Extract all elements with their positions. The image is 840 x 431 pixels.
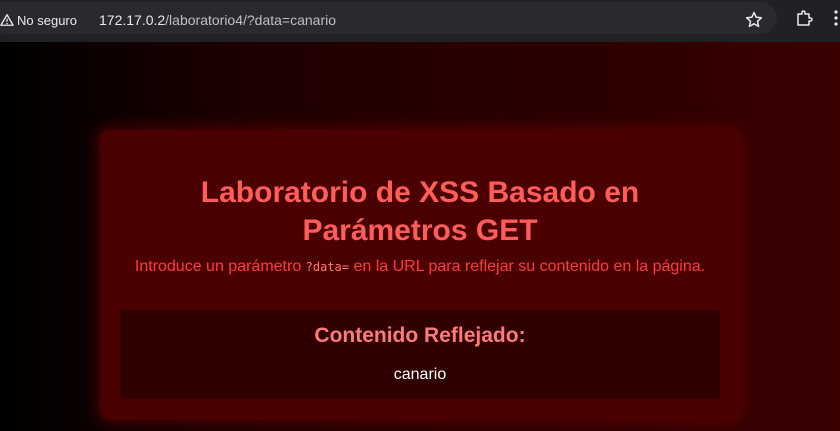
desc-before: Introduce un parámetro <box>134 258 306 275</box>
address-bar[interactable]: No seguro 172.17.0.2/laboratorio4/?data=… <box>0 2 777 34</box>
browser-toolbar: No seguro 172.17.0.2/laboratorio4/?data=… <box>0 0 840 42</box>
security-label: No seguro <box>17 12 77 28</box>
page-content: Laboratorio de XSS Basado en Parámetros … <box>0 42 840 431</box>
url-path: /laboratorio4/?data=canario <box>165 12 337 28</box>
security-indicator[interactable]: No seguro <box>0 9 83 31</box>
star-icon[interactable] <box>744 10 764 30</box>
lab-card: Laboratorio de XSS Basado en Parámetros … <box>100 130 740 420</box>
desc-after: en la URL para reflejar su contenido en … <box>349 258 706 275</box>
page-title: Laboratorio de XSS Basado en Parámetros … <box>100 174 740 250</box>
reflected-value: canario <box>393 366 447 383</box>
reflected-content-panel: Contenido Reflejado: canario <box>120 310 720 399</box>
reflected-heading: Contenido Reflejado: <box>314 324 526 347</box>
title-line-1: Laboratorio de XSS Basado en <box>200 176 640 209</box>
extensions-icon[interactable] <box>794 8 814 28</box>
more-icon[interactable] <box>832 8 840 28</box>
url-host: 172.17.0.2 <box>99 12 166 28</box>
instructions-text: Introduce un parámetro ?data= en la URL … <box>100 258 740 276</box>
warning-icon <box>0 14 14 26</box>
param-code: ?data= <box>305 260 350 274</box>
title-line-2: Parámetros GET <box>302 214 538 247</box>
url-text[interactable]: 172.17.0.2/laboratorio4/?data=canario <box>99 12 336 28</box>
